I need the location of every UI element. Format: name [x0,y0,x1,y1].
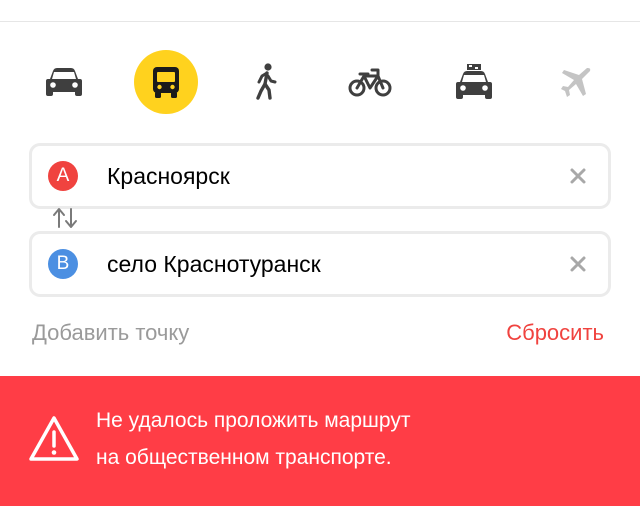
reset-button[interactable]: Сбросить [506,320,604,346]
bus-icon [153,67,179,98]
route-to-field[interactable]: B село Краснотуранск [32,234,608,294]
mode-car-button[interactable] [32,50,96,114]
transport-mode-bar [0,50,640,118]
clear-from-icon[interactable] [568,166,588,186]
error-line-1: Не удалось проложить маршрут [96,409,411,432]
point-a-marker: A [48,161,78,191]
route-from-input[interactable]: Красноярск [107,146,230,206]
car-icon [46,68,82,96]
bicycle-icon [348,68,392,97]
route-from-field[interactable]: A Красноярск [32,146,608,206]
pedestrian-icon [256,63,277,100]
mode-taxi-button[interactable] [442,50,506,114]
mode-bicycle-button[interactable] [338,50,402,114]
error-line-2: на общественном транспорте. [96,446,392,469]
swap-points-icon[interactable] [50,205,80,231]
error-message: Не удалось проложить маршрут на обществе… [96,402,410,476]
warning-icon [29,416,79,461]
add-point-button[interactable]: Добавить точку [32,320,189,346]
mode-plane-button[interactable] [544,50,608,114]
taxi-icon [456,64,492,99]
route-to-input[interactable]: село Краснотуранск [107,234,321,294]
mode-walk-button[interactable] [234,50,298,114]
clear-to-icon[interactable] [568,254,588,274]
plane-icon [561,68,591,97]
point-b-marker: B [48,249,78,279]
mode-public-transport-button[interactable] [134,50,198,114]
top-divider [0,21,640,22]
